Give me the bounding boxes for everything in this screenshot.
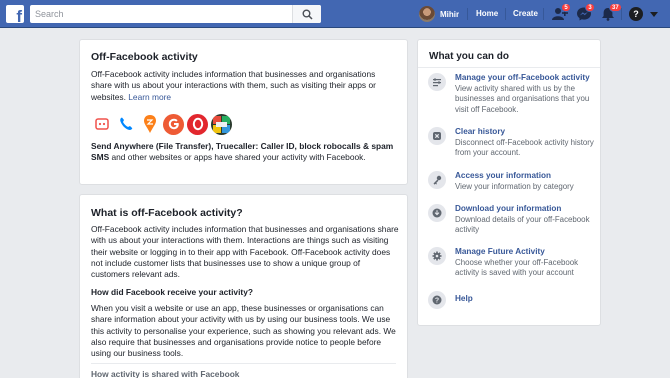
how-received-heading: How did Facebook receive your activity? xyxy=(91,287,253,297)
friend-requests-button[interactable]: 5 xyxy=(552,3,571,21)
svg-text:?: ? xyxy=(435,298,439,305)
how-shared-heading: How activity is shared with Facebook xyxy=(91,369,240,378)
item-description: Disconnect off-Facebook activity history… xyxy=(455,138,594,158)
search-box xyxy=(30,5,321,23)
notifications-count: 37 xyxy=(609,3,622,12)
section-divider xyxy=(418,67,600,68)
facebook-logo[interactable]: f xyxy=(6,5,24,26)
search-icon xyxy=(302,9,313,20)
item-title[interactable]: Help xyxy=(455,294,473,303)
learn-more-link[interactable]: Learn more xyxy=(128,92,171,102)
download-information-item[interactable]: Download your information Download detai… xyxy=(428,204,598,238)
item-title[interactable]: Clear history xyxy=(455,127,505,136)
item-title[interactable]: Download your information xyxy=(455,204,561,213)
clear-icon xyxy=(428,127,446,145)
swiggy-icon[interactable] xyxy=(139,114,160,135)
manage-future-activity-item[interactable]: Manage Future Activity Choose whether yo… xyxy=(428,247,598,281)
card-title: Off-Facebook activity xyxy=(91,51,198,63)
quick-help-button[interactable]: ? xyxy=(629,7,643,21)
grid-app-icon[interactable] xyxy=(211,113,232,135)
notifications-button[interactable]: 37 xyxy=(600,3,622,21)
send-anywhere-icon[interactable] xyxy=(91,114,112,135)
nav-divider xyxy=(505,8,506,20)
off-facebook-activity-card: Off-Facebook activity Off-Facebook activ… xyxy=(79,39,408,185)
question-mark-icon: ? xyxy=(633,9,639,19)
profile-link[interactable]: Mihir xyxy=(419,6,459,22)
google-icon[interactable] xyxy=(163,113,184,135)
settings-gear-icon xyxy=(428,247,446,265)
home-link[interactable]: Home xyxy=(476,9,498,18)
search-input[interactable] xyxy=(30,5,292,23)
nav-divider xyxy=(543,8,544,20)
user-name: Mihir xyxy=(440,9,460,19)
item-description: Choose whether your off-Facebook activit… xyxy=(455,258,579,278)
item-description: View your information by category xyxy=(455,182,574,191)
friend-requests-count: 5 xyxy=(561,3,571,12)
item-title[interactable]: Manage your off-Facebook activity xyxy=(455,73,590,82)
item-description: Download details of your off-Facebook ac… xyxy=(455,215,590,235)
definition-paragraph: Off-Facebook activity includes informati… xyxy=(91,224,399,280)
nav-divider xyxy=(467,8,468,20)
messages-count: 3 xyxy=(585,3,595,12)
item-title[interactable]: Access your information xyxy=(455,171,551,180)
card-description: Off-Facebook activity includes informati… xyxy=(91,69,391,103)
create-link[interactable]: Create xyxy=(513,9,538,18)
key-icon xyxy=(428,171,446,189)
nav-divider xyxy=(621,8,622,20)
manage-icon xyxy=(428,73,446,91)
what-you-can-do-card: What you can do Manage your off-Facebook… xyxy=(417,39,601,326)
access-information-item[interactable]: Access your information View your inform… xyxy=(428,171,598,195)
apps-shared-text: Send Anywhere (File Transfer), Truecalle… xyxy=(91,141,396,164)
truecaller-icon[interactable] xyxy=(115,114,136,135)
help-icon: ? xyxy=(428,291,446,309)
help-item[interactable]: ? Help xyxy=(428,291,598,311)
facebook-logo-letter: f xyxy=(16,7,22,26)
card-title: What is off-Facebook activity? xyxy=(91,207,243,219)
card-title: What you can do xyxy=(429,51,509,62)
section-divider xyxy=(91,363,396,364)
what-is-off-facebook-activity-card: What is off-Facebook activity? Off-Faceb… xyxy=(79,194,408,378)
how-received-paragraph: When you visit a website or use an app, … xyxy=(91,303,396,359)
clear-history-item[interactable]: Clear history Disconnect off-Facebook ac… xyxy=(428,127,598,161)
item-title[interactable]: Manage Future Activity xyxy=(455,247,545,256)
opera-icon[interactable] xyxy=(187,113,208,135)
manage-off-facebook-activity-item[interactable]: Manage your off-Facebook activity View a… xyxy=(428,73,598,117)
download-icon xyxy=(428,204,446,222)
item-description: View activity shared with us by the busi… xyxy=(455,84,590,114)
account-menu-caret-icon[interactable] xyxy=(650,12,658,17)
apps-shared-rest: and other websites or apps have shared y… xyxy=(109,152,366,163)
app-icon-row xyxy=(91,113,235,135)
top-navigation-bar: f Mihir Home Create 5 3 xyxy=(0,0,670,28)
messages-button[interactable]: 3 xyxy=(576,3,595,21)
search-button[interactable] xyxy=(292,5,321,23)
avatar xyxy=(419,6,435,22)
